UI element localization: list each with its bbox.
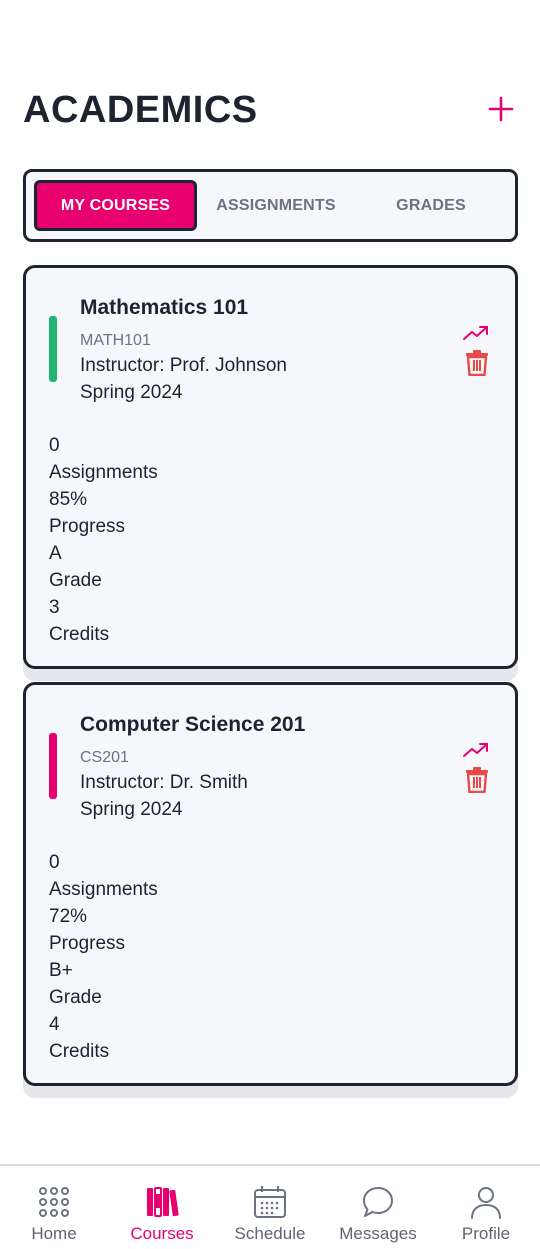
nav-item-schedule[interactable]: Schedule [216, 1166, 324, 1249]
page-title: ACADEMICS [23, 89, 258, 131]
course-instructor: Instructor: Dr. Smith [80, 772, 248, 793]
course-card[interactable]: Computer Science 201 CS201 Instructor: D… [23, 682, 518, 1086]
course-code: MATH101 [80, 332, 151, 349]
grid-dots-icon [39, 1187, 69, 1217]
person-icon [471, 1187, 501, 1219]
tab-bar: MY COURSES ASSIGNMENTS GRADES [23, 169, 518, 242]
nav-item-messages[interactable]: Messages [324, 1166, 432, 1249]
credits-label: Credits [49, 1041, 110, 1062]
nav-label-home: Home [31, 1224, 77, 1243]
assignments-count: 0 [49, 435, 60, 456]
nav-item-courses[interactable]: Courses [108, 1166, 216, 1249]
course-accent-bar [49, 733, 57, 799]
progress-value: 72% [49, 906, 88, 927]
trending-up-icon[interactable] [462, 324, 490, 342]
progress-label: Progress [49, 933, 126, 954]
course-stats: 0 Assignments 72% Progress B+ Grade 4 Cr… [49, 849, 158, 1065]
nav-item-home[interactable]: Home [0, 1166, 108, 1249]
course-name: Computer Science 201 [80, 713, 306, 736]
grade-label: Grade [49, 570, 102, 591]
nav-label-schedule: Schedule [234, 1224, 306, 1243]
add-course-button[interactable] [486, 94, 516, 124]
course-stats: 0 Assignments 85% Progress A Grade 3 Cre… [49, 432, 158, 648]
credits-value: 4 [49, 1014, 60, 1035]
nav-label-profile: Profile [461, 1224, 511, 1243]
nav-label-messages: Messages [339, 1224, 417, 1243]
assignments-label: Assignments [49, 879, 158, 900]
course-term: Spring 2024 [80, 382, 183, 403]
delete-icon[interactable] [465, 767, 489, 794]
tab-my-courses[interactable]: MY COURSES [34, 180, 197, 231]
credits-value: 3 [49, 597, 60, 618]
chat-bubble-icon [363, 1187, 393, 1217]
nav-label-courses: Courses [130, 1224, 194, 1243]
assignments-count: 0 [49, 852, 60, 873]
progress-value: 85% [49, 489, 88, 510]
progress-label: Progress [49, 516, 126, 537]
tab-grades[interactable]: GRADES [366, 180, 496, 231]
assignments-label: Assignments [49, 462, 158, 483]
course-term: Spring 2024 [80, 799, 183, 820]
tab-assignments[interactable]: ASSIGNMENTS [206, 180, 346, 231]
credits-label: Credits [49, 624, 110, 645]
plus-icon [488, 96, 514, 122]
books-icon [147, 1187, 179, 1217]
bottom-nav: Home Courses Schedule Messages Profile [0, 1164, 540, 1249]
grade-value: A [49, 543, 62, 564]
course-card[interactable]: Mathematics 101 MATH101 Instructor: Prof… [23, 265, 518, 669]
calendar-icon [254, 1186, 286, 1218]
course-code: CS201 [80, 749, 129, 766]
page-header: ACADEMICS [23, 88, 516, 132]
grade-label: Grade [49, 987, 102, 1008]
nav-item-profile[interactable]: Profile [432, 1166, 540, 1249]
grade-value: B+ [49, 960, 73, 981]
course-accent-bar [49, 316, 57, 382]
course-instructor: Instructor: Prof. Johnson [80, 355, 287, 376]
delete-icon[interactable] [465, 350, 489, 377]
trending-up-icon[interactable] [462, 741, 490, 759]
course-name: Mathematics 101 [80, 296, 249, 319]
